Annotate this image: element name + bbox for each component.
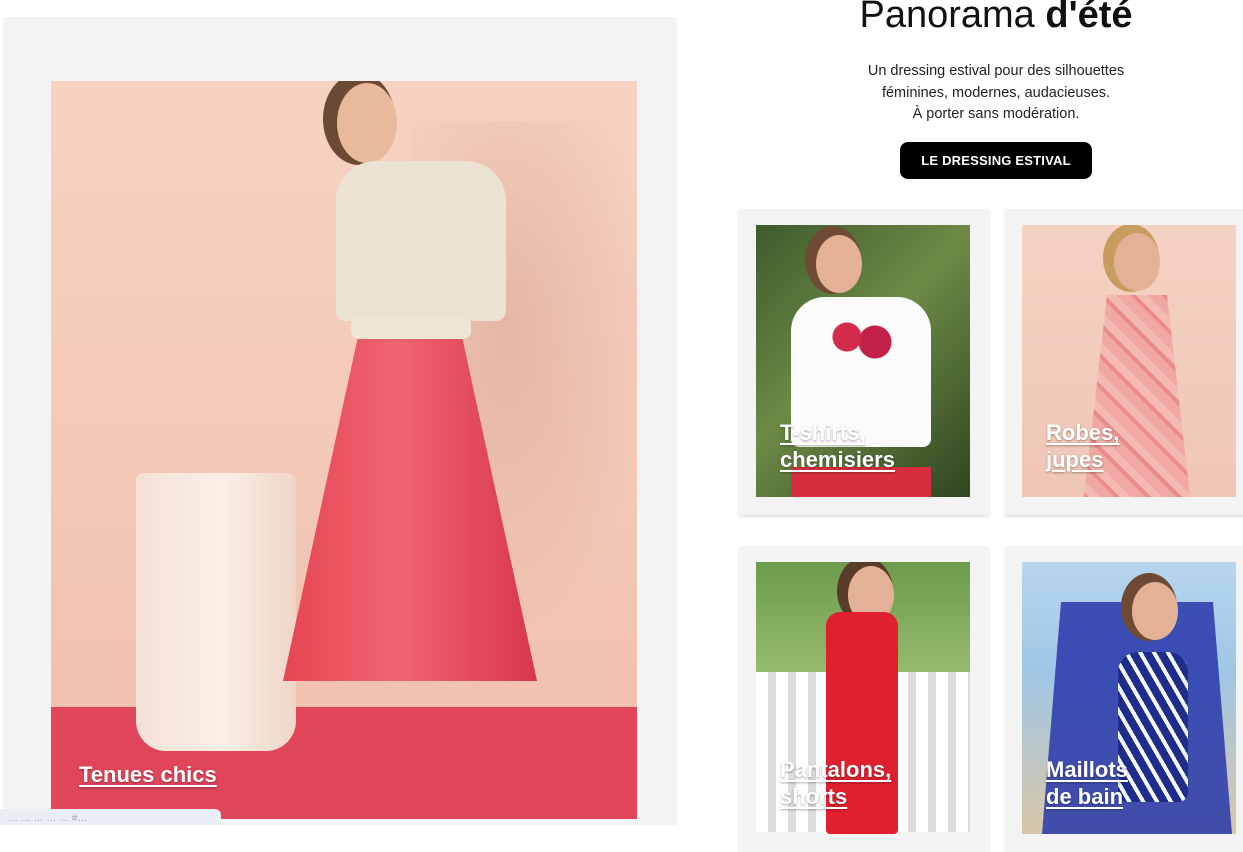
model-head — [1132, 582, 1178, 640]
model-belt — [351, 317, 471, 339]
category-line-1: T-shirts, — [780, 420, 866, 445]
category-card-maillots[interactable]: Maillots de bain — [1005, 546, 1243, 852]
hero-card[interactable]: Tenues chics — [3, 17, 677, 825]
category-link-pantalons[interactable]: Pantalons, shorts — [780, 756, 891, 810]
model-head — [337, 83, 397, 163]
description-line: À porter sans modération. — [912, 106, 1080, 122]
category-link-tshirts[interactable]: T-shirts, chemisiers — [780, 419, 895, 473]
bottom-status-text: … … … … … #… — [8, 813, 88, 824]
description-line: féminines, modernes, audacieuses. — [881, 84, 1111, 101]
le-dressing-estival-button[interactable]: LE DRESSING ESTIVAL — [900, 142, 1092, 179]
category-line-2: jupes — [1046, 447, 1104, 472]
red-embroidery — [826, 317, 896, 367]
pedestal — [136, 473, 296, 751]
description-line: Un dressing estival pour des silhouettes — [867, 63, 1125, 79]
category-photo-robes[interactable]: Robes, jupes — [1022, 225, 1236, 497]
promo-description: Un dressing estival pour des silhouettes… — [740, 61, 1243, 126]
category-line-1: Pantalons, — [780, 757, 892, 782]
page-title: Panorama d'été — [740, 0, 1243, 37]
bottom-status-chip: … … … … … #… — [0, 809, 221, 825]
category-line-1: Robes, — [1046, 420, 1120, 445]
category-card-pantalons[interactable]: Pantalons, shorts — [739, 546, 989, 852]
tenues-chics-link[interactable]: Tenues chics — [79, 762, 217, 788]
swimsuit — [1118, 652, 1188, 802]
category-line-2: chemisiers — [780, 447, 895, 472]
model-head — [816, 235, 862, 293]
category-line-1: Maillots — [1046, 757, 1128, 782]
category-photo-pantalons[interactable]: Pantalons, shorts — [756, 562, 970, 834]
category-link-robes[interactable]: Robes, jupes — [1046, 419, 1119, 473]
title-bold: d'été — [1045, 0, 1133, 36]
category-line-2: de bain — [1046, 784, 1124, 809]
category-photo-tshirts[interactable]: T-shirts, chemisiers — [756, 225, 970, 497]
category-card-robes[interactable]: Robes, jupes — [1005, 209, 1243, 515]
category-photo-maillots[interactable]: Maillots de bain — [1022, 562, 1236, 834]
category-line-2: shorts — [780, 784, 848, 809]
category-link-maillots[interactable]: Maillots de bain — [1046, 756, 1128, 810]
hero-photo-tenues-chics[interactable]: Tenues chics — [51, 81, 637, 819]
model-top — [336, 161, 506, 321]
model-head — [1114, 233, 1160, 291]
title-light: Panorama — [859, 0, 1046, 36]
category-card-tshirts[interactable]: T-shirts, chemisiers — [739, 209, 989, 515]
